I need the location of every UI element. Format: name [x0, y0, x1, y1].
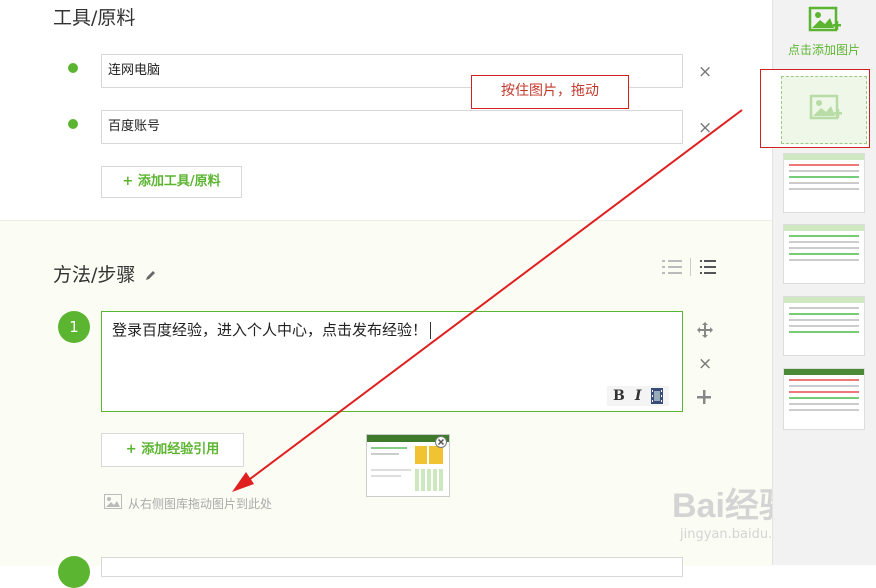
image-placeholder-slot[interactable] — [760, 69, 870, 148]
bold-button[interactable]: B — [613, 388, 625, 404]
step-2-textarea[interactable] — [101, 557, 683, 577]
image-placeholder-icon — [809, 94, 842, 120]
add-step-icon[interactable] — [697, 389, 711, 408]
edit-pencil-icon[interactable] — [145, 269, 157, 281]
move-step-icon[interactable] — [696, 321, 714, 343]
toolbar-divider — [690, 258, 691, 276]
tool-input-2[interactable]: 百度账号 — [101, 110, 683, 144]
step-1-text: 登录百度经验，进入个人中心，点击发布经验！ — [112, 321, 428, 339]
tool-bullet — [68, 63, 78, 73]
italic-button[interactable]: I — [635, 388, 642, 404]
remove-tool-1-icon[interactable]: × — [698, 64, 712, 81]
add-image-icon — [808, 6, 841, 32]
step-1-textarea[interactable]: 登录百度经验，进入个人中心，点击发布经验！ — [101, 311, 683, 412]
step-number-badge — [58, 556, 90, 588]
add-image-label: 点击添加图片 — [787, 43, 860, 57]
library-image-4[interactable] — [783, 368, 865, 430]
remove-tool-2-icon[interactable]: × — [698, 120, 712, 137]
bulleted-list-icon[interactable] — [700, 259, 716, 275]
remove-image-icon[interactable] — [435, 436, 447, 448]
steps-title-text: 方法/步骤 — [53, 264, 136, 286]
add-tool-button[interactable]: + 添加工具/原料 — [101, 166, 242, 198]
step-number-badge: 1 — [58, 311, 90, 343]
format-toolbar: B I — [607, 386, 670, 406]
image-icon — [104, 494, 122, 509]
delete-step-icon[interactable]: × — [698, 356, 712, 373]
tool-bullet — [68, 119, 78, 129]
library-image-3[interactable] — [783, 296, 865, 356]
tools-section-title: 工具/原料 — [53, 7, 136, 29]
editor-main: 工具/原料 连网电脑 × 百度账号 × + 添加工具/原料 方法/步骤 1 登录… — [0, 0, 800, 588]
steps-section-title: 方法/步骤 — [53, 260, 157, 287]
video-icon[interactable] — [651, 388, 664, 404]
drag-hint-text: 从右侧图库拖动图片到此处 — [128, 497, 273, 511]
library-image-1[interactable] — [783, 153, 865, 213]
add-reference-button[interactable]: + 添加经验引用 — [101, 433, 244, 467]
text-caret — [430, 322, 432, 339]
dragged-image-thumbnail[interactable] — [366, 434, 450, 497]
annotation-callout: 按住图片，拖动 — [471, 75, 629, 109]
numbered-list-icon[interactable] — [662, 259, 682, 275]
library-image-2[interactable] — [783, 224, 865, 284]
add-image-button[interactable]: 点击添加图片 — [772, 6, 876, 58]
